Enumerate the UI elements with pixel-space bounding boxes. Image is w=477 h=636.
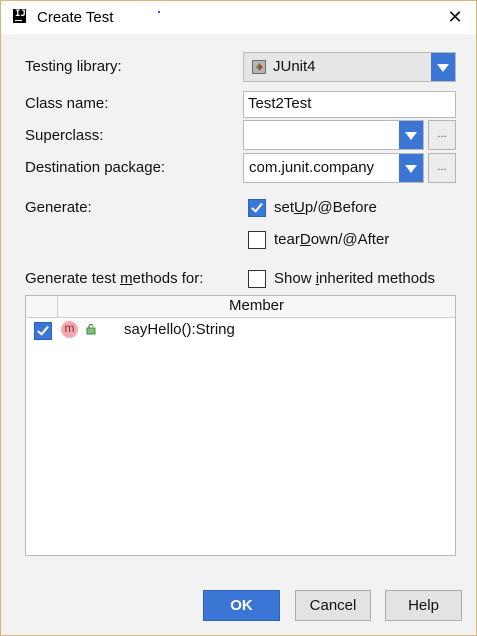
teardown-label-pre: tear <box>274 231 300 248</box>
testing-library-select[interactable]: JUnit4 <box>243 52 456 82</box>
teardown-label[interactable]: tearDown/@After <box>274 231 389 248</box>
methods-label-post: ethods for: <box>132 270 204 287</box>
header-member[interactable]: Member <box>58 297 455 314</box>
class-name-field[interactable] <box>243 91 456 118</box>
teardown-checkbox[interactable] <box>248 231 266 249</box>
public-lock-icon <box>86 324 96 335</box>
intellij-icon: IJ <box>13 9 26 23</box>
setup-label-mnemonic: U <box>294 199 305 216</box>
methods-label-pre: Generate test <box>25 270 121 287</box>
teardown-label-post: own/@After <box>310 231 390 248</box>
class-name-label: Class name: <box>25 95 109 112</box>
chevron-down-icon[interactable] <box>399 121 423 149</box>
methods-label-mnemonic: m <box>120 270 133 287</box>
row-checkbox[interactable] <box>34 322 52 340</box>
title-bar: IJ Create Test ✕ <box>1 1 476 34</box>
destination-package-label: Destination package: <box>25 159 166 176</box>
title-dot <box>158 11 160 13</box>
teardown-label-mnemonic: D <box>299 231 311 248</box>
setup-label-post: p/@Before <box>304 199 377 216</box>
dialog-title: Create Test <box>37 9 114 26</box>
testing-library-value: JUnit4 <box>273 58 316 75</box>
superclass-browse-button[interactable]: ... <box>428 120 456 150</box>
method-name: sayHello():String <box>124 321 235 338</box>
generate-label: Generate: <box>25 199 92 216</box>
setup-label-pre: set <box>274 199 295 216</box>
setup-checkbox[interactable] <box>248 199 266 217</box>
junit-icon <box>252 60 266 74</box>
chevron-down-icon[interactable] <box>399 154 423 182</box>
destination-browse-button[interactable]: ... <box>428 153 456 183</box>
ok-button[interactable]: OK <box>203 590 280 621</box>
setup-label[interactable]: setUp/@Before <box>274 199 377 216</box>
superclass-label: Superclass: <box>25 127 104 144</box>
close-button[interactable]: ✕ <box>446 8 464 26</box>
destination-package-value: com.junit.company <box>249 159 375 176</box>
show-inherited-checkbox[interactable] <box>248 270 266 288</box>
superclass-select[interactable] <box>243 120 424 150</box>
help-button[interactable]: Help <box>385 590 462 621</box>
destination-package-select[interactable]: com.junit.company <box>243 153 424 183</box>
inherited-label-post: nherited methods <box>319 270 435 287</box>
create-test-dialog: IJ Create Test ✕ Testing library: JUnit4… <box>0 0 477 636</box>
member-table[interactable]: Member m sayHello():String <box>25 295 456 556</box>
testing-library-label: Testing library: <box>25 58 122 75</box>
class-name-input[interactable] <box>248 95 448 112</box>
method-icon: m <box>61 321 78 338</box>
table-header: Member <box>26 296 455 318</box>
header-check-column[interactable] <box>26 296 58 317</box>
inherited-label-pre: Show <box>274 270 316 287</box>
chevron-down-icon[interactable] <box>431 53 455 81</box>
show-inherited-label[interactable]: Show inherited methods <box>274 270 435 287</box>
table-row[interactable]: m sayHello():String <box>26 318 455 344</box>
generate-methods-label: Generate test methods for: <box>25 270 203 287</box>
cancel-button[interactable]: Cancel <box>295 590 371 621</box>
